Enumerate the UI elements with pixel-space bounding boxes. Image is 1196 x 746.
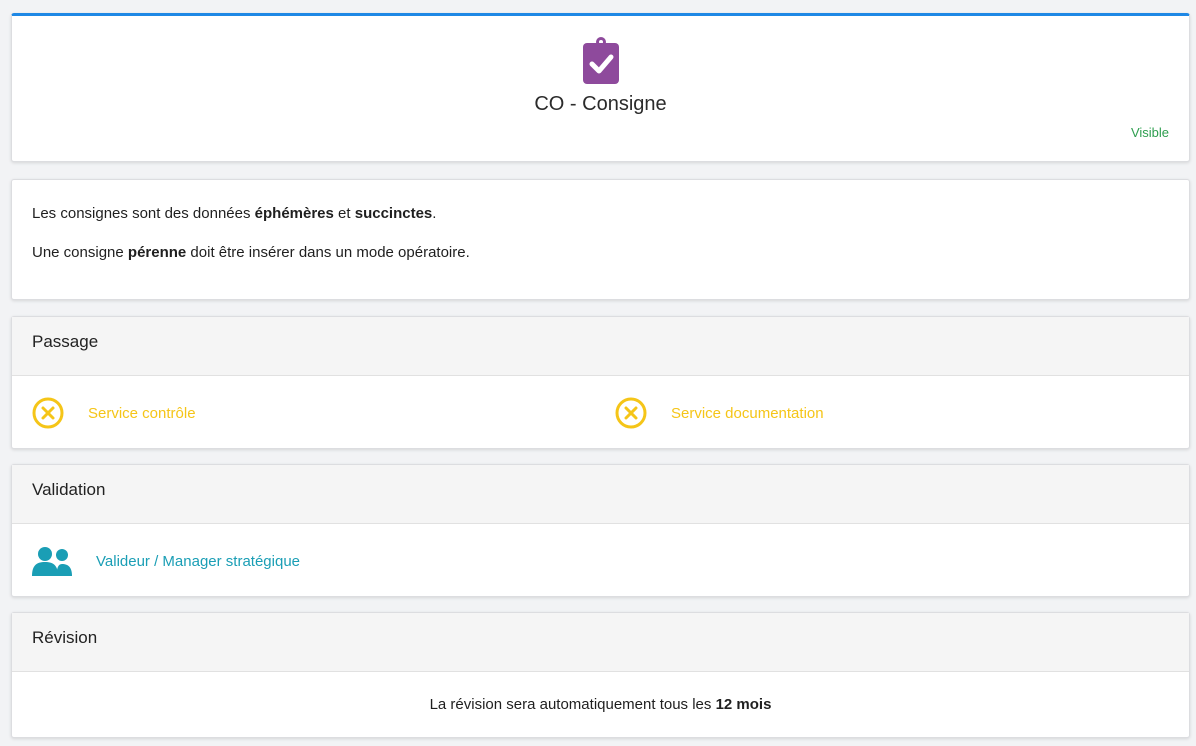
validator-item[interactable]: Valideur / Manager stratégique xyxy=(32,545,300,577)
x-circle-icon xyxy=(32,397,64,429)
revision-title: Révision xyxy=(32,628,98,647)
passage-item-service-documentation[interactable]: Service documentation xyxy=(615,395,824,431)
revision-text: La révision sera automatiquement tous le… xyxy=(429,696,772,713)
page-title: CO - Consigne xyxy=(534,93,667,115)
validator-label: Valideur / Manager stratégique xyxy=(96,552,301,570)
consigne-header-card: CO - Consigne Visible xyxy=(11,13,1190,162)
passage-title: Passage xyxy=(32,332,99,351)
visibility-status: Visible xyxy=(1130,125,1169,140)
info-line-2: Une consigne pérenne doit être insérer d… xyxy=(32,244,470,261)
validation-card: Validation Valideur / Manager stratégiqu… xyxy=(11,464,1190,597)
users-icon xyxy=(32,547,72,576)
x-circle-icon xyxy=(615,397,647,429)
revision-card: Révision La révision sera automatiquemen… xyxy=(11,612,1190,738)
passage-item-label: Service documentation xyxy=(671,404,824,422)
validation-title: Validation xyxy=(32,480,106,499)
passage-card: Passage Service contrôle Service documen… xyxy=(11,316,1190,449)
info-line-1: Les consignes sont des données éphémères… xyxy=(32,205,437,222)
passage-header: Passage xyxy=(12,317,1189,376)
validation-header: Validation xyxy=(12,465,1189,524)
revision-header: Révision xyxy=(12,613,1189,672)
passage-item-label: Service contrôle xyxy=(88,404,196,422)
passage-item-service-controle[interactable]: Service contrôle xyxy=(32,395,196,431)
clipboard-check-icon xyxy=(583,36,619,84)
consigne-info-card: Les consignes sont des données éphémères… xyxy=(11,179,1190,300)
